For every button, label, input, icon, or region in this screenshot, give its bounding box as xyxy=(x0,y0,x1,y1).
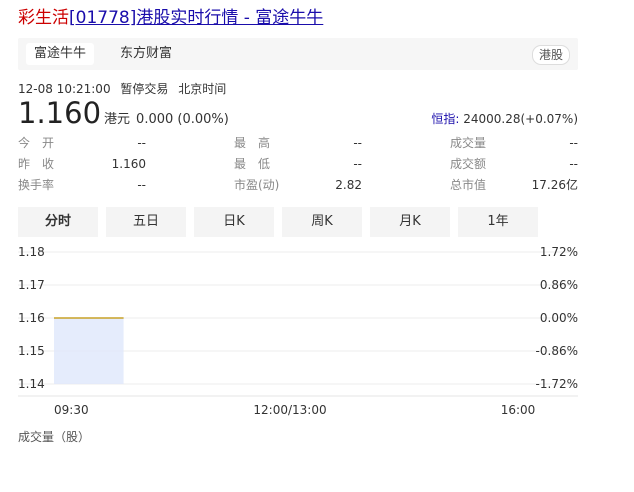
pct-tick-label: -1.72% xyxy=(536,377,578,391)
stat-value: -- xyxy=(569,157,578,171)
tab-monthly-k[interactable]: 月K xyxy=(370,207,450,237)
stat-key: 成交量 xyxy=(450,136,487,150)
x-tick-label: 12:00/13:00 xyxy=(253,403,326,417)
currency-label: 港元 xyxy=(104,112,131,127)
pct-tick-label: 0.86% xyxy=(540,278,578,292)
y-tick-label: 1.17 xyxy=(18,278,45,292)
stat-value: 1.160 xyxy=(111,157,146,171)
tab-futu[interactable]: 富途牛牛 xyxy=(26,43,95,65)
hsi-index: 恒指: 24000.28(+0.07%) xyxy=(431,110,578,127)
intraday-chart[interactable]: 1.18 1.72% 1.17 0.86% 1.16 0.00% 1.15 -0.86% 1.1… xyxy=(18,240,578,417)
stat-turnover-rate: 换手率 -- xyxy=(18,176,146,194)
tab-weekly-k[interactable]: 周K xyxy=(282,207,362,237)
stat-value: 17.26亿 xyxy=(531,178,578,192)
stat-value: -- xyxy=(353,157,362,171)
quote-datetime: 12-08 10:21:00 xyxy=(18,82,111,96)
page-title[interactable]: 彩生活[01778]港股实时行情 - 富途牛牛 xyxy=(18,6,323,30)
tab-intraday[interactable]: 分时 xyxy=(18,207,98,237)
stat-value: -- xyxy=(137,178,146,192)
stat-key: 换手率 xyxy=(18,178,55,192)
market-badge: 港股 xyxy=(531,45,570,65)
title-link[interactable]: [01778]港股实时行情 - 富途牛牛 xyxy=(69,8,323,28)
pct-tick-label: 0.00% xyxy=(540,311,578,325)
stat-key: 今 开 xyxy=(18,136,55,150)
tab-one-year[interactable]: 1年 xyxy=(458,207,538,237)
y-tick-label: 1.16 xyxy=(18,311,45,325)
stat-turnover: 成交额 -- xyxy=(450,155,578,173)
volume-label: 成交量（股） xyxy=(18,430,91,444)
price-row: 1.160 港元 0.000 (0.00%) xyxy=(18,96,229,130)
stat-key: 成交额 xyxy=(450,157,487,171)
stat-value: -- xyxy=(353,136,362,150)
y-tick-label: 1.15 xyxy=(18,344,45,358)
stat-prev-close: 昨 收 1.160 xyxy=(18,155,146,173)
stat-key: 总市值 xyxy=(450,178,487,192)
price-change: 0.000 (0.00%) xyxy=(136,112,229,127)
source-tab-bar: 富途牛牛 东方财富 港股 xyxy=(18,38,578,70)
hsi-value: 24000.28(+0.07%) xyxy=(463,112,578,126)
stat-open: 今 开 -- xyxy=(18,134,146,152)
stat-key: 最 高 xyxy=(234,136,271,150)
stat-volume: 成交量 -- xyxy=(450,134,578,152)
tab-daily-k[interactable]: 日K xyxy=(194,207,274,237)
stat-value: -- xyxy=(137,136,146,150)
x-tick-label: 09:30 xyxy=(54,403,89,417)
stat-value: -- xyxy=(569,136,578,150)
intraday-chart-svg: 1.18 1.72% 1.17 0.86% 1.16 0.00% 1.15 -0.86% 1.1… xyxy=(18,245,578,417)
status-line: 12-08 10:21:00 暂停交易 北京时间 xyxy=(18,80,232,97)
tab-five-day[interactable]: 五日 xyxy=(106,207,186,237)
y-tick-label: 1.14 xyxy=(18,377,45,391)
stat-key: 市盈(动) xyxy=(234,178,280,192)
trading-state: 暂停交易 xyxy=(120,82,169,96)
stat-key: 最 低 xyxy=(234,157,271,171)
stat-high: 最 高 -- xyxy=(234,134,362,152)
period-tabs: 分时 五日 日K 周K 月K 1年 xyxy=(18,207,578,237)
stat-market-cap: 总市值 17.26亿 xyxy=(450,176,578,194)
x-tick-label: 16:00 xyxy=(501,403,536,417)
hsi-label[interactable]: 恒指: xyxy=(431,112,459,126)
pct-tick-label: -0.86% xyxy=(536,344,578,358)
stat-pe: 市盈(动) 2.82 xyxy=(234,176,362,194)
stat-value: 2.82 xyxy=(335,178,362,192)
pct-tick-label: 1.72% xyxy=(540,245,578,259)
y-tick-label: 1.18 xyxy=(18,245,45,259)
tab-eastmoney[interactable]: 东方财富 xyxy=(112,43,180,65)
current-price: 1.160 xyxy=(18,96,102,130)
stock-name[interactable]: 彩生活 xyxy=(18,8,69,28)
stat-key: 昨 收 xyxy=(18,157,55,171)
stat-low: 最 低 -- xyxy=(234,155,362,173)
timezone-label: 北京时间 xyxy=(178,82,227,96)
price-area-fill xyxy=(54,318,124,384)
